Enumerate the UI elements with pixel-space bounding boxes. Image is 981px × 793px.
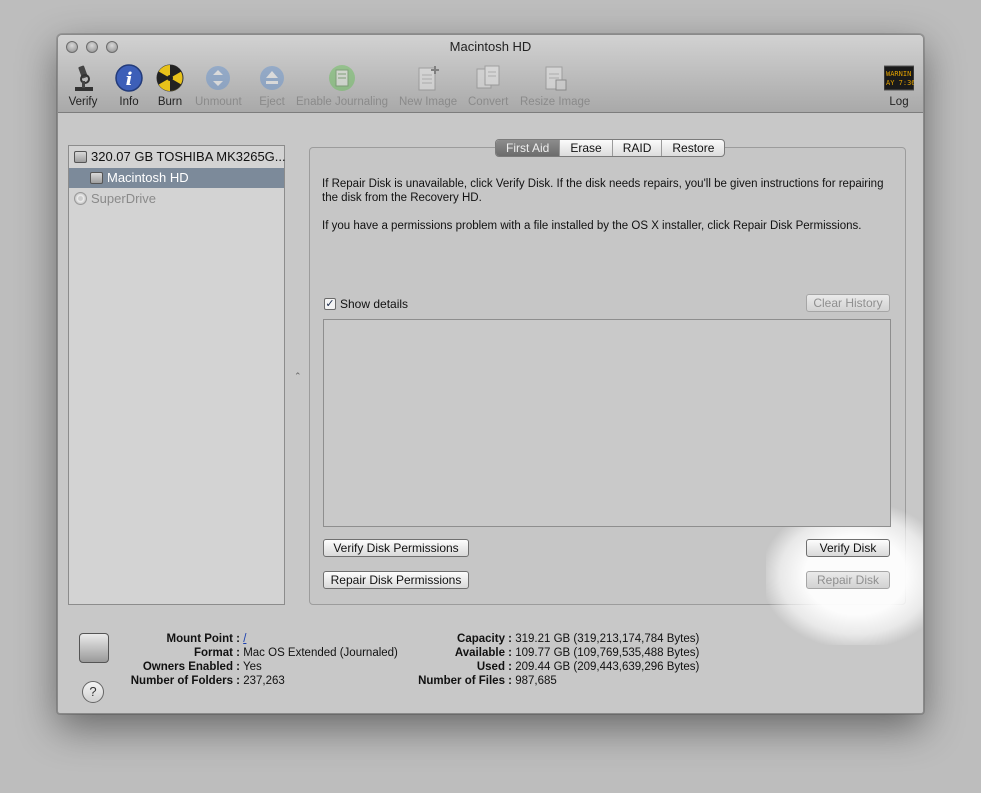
- stat-key: Number of Files :: [418, 675, 512, 687]
- eject-label: Eject: [259, 96, 285, 108]
- mount-point-link[interactable]: /: [243, 633, 246, 645]
- burn-button[interactable]: Burn: [155, 63, 185, 108]
- log-screen-text-1: WARNIN: [886, 70, 911, 78]
- microscope-icon: [75, 65, 93, 91]
- enable-journaling-button[interactable]: Enable Journaling: [296, 63, 388, 108]
- clear-history-button[interactable]: Clear History: [806, 294, 890, 312]
- mount-point-row: Mount Point : /: [118, 632, 247, 646]
- stat-key: Number of Folders :: [130, 675, 240, 687]
- journal-icon: [329, 65, 356, 91]
- sidebar-item-toshiba-disk[interactable]: 320.07 GB TOSHIBA MK3265G...: [69, 147, 286, 167]
- new-image-icon: [418, 66, 440, 91]
- repair-disk-instructions: If Repair Disk is unavailable, click Ver…: [322, 178, 884, 204]
- log-button[interactable]: WARNIN AY 7:36 Log: [884, 63, 914, 108]
- verify-disk-permissions-button[interactable]: Verify Disk Permissions: [323, 539, 469, 557]
- tab-bar: First Aid Erase RAID Restore: [495, 139, 726, 157]
- stat-key: Capacity :: [457, 633, 512, 645]
- tab-erase[interactable]: Erase: [559, 140, 611, 156]
- show-details-label: Show details: [340, 297, 409, 311]
- unmount-label: Unmount: [195, 96, 242, 108]
- stat-value: 987,685: [515, 675, 557, 687]
- repair-disk-permissions-button[interactable]: Repair Disk Permissions: [323, 571, 469, 589]
- verify-label: Verify: [68, 96, 98, 108]
- resize-image-button[interactable]: Resize Image: [520, 63, 590, 108]
- optical-disc-icon: [74, 192, 87, 205]
- hard-disk-icon: [79, 633, 109, 663]
- convert-button[interactable]: Convert: [468, 63, 508, 108]
- help-button[interactable]: ?: [82, 681, 104, 703]
- log-label: Log: [889, 96, 909, 108]
- log-console-icon: WARNIN AY 7:36: [884, 65, 914, 91]
- stat-value: Yes: [243, 661, 262, 673]
- stat-key: Used :: [476, 661, 512, 673]
- disk-sidebar: 320.07 GB TOSHIBA MK3265G... Macintosh H…: [68, 145, 286, 605]
- verify-disk-button[interactable]: Verify Disk: [806, 539, 890, 557]
- tab-raid[interactable]: RAID: [611, 140, 662, 156]
- sidebar-item-label: 320.07 GB TOSHIBA MK3265G...: [91, 149, 286, 164]
- number-of-files-row: Number of Files : 987,685: [398, 674, 557, 688]
- used-row: Used : 209.44 GB (209,443,639,296 Bytes): [398, 660, 700, 674]
- new-image-button[interactable]: New Image: [399, 63, 457, 108]
- format-row: Format : Mac OS Extended (Journaled): [118, 646, 398, 660]
- enable-journaling-label: Enable Journaling: [296, 96, 389, 108]
- info-button[interactable]: i Info: [114, 63, 144, 108]
- disk-utility-window: Macintosh HD Verify i Info Burn Unmount …: [57, 34, 924, 714]
- burn-icon: [156, 64, 184, 92]
- sidebar-item-label: SuperDrive: [91, 191, 157, 206]
- repair-disk-button[interactable]: Repair Disk: [806, 571, 890, 589]
- window-title: Macintosh HD: [449, 39, 532, 54]
- convert-label: Convert: [468, 96, 509, 108]
- resize-image-icon: [545, 66, 567, 91]
- volume-icon: [90, 172, 103, 184]
- sidebar-item-label: Macintosh HD: [107, 170, 189, 185]
- number-of-folders-row: Number of Folders : 237,263: [118, 674, 285, 688]
- eject-button[interactable]: Eject: [257, 63, 287, 108]
- verify-button[interactable]: Verify: [68, 63, 98, 108]
- split-view-handle[interactable]: ⌃: [294, 371, 302, 382]
- stat-key: Owners Enabled :: [142, 661, 240, 673]
- owners-enabled-row: Owners Enabled : Yes: [118, 660, 262, 674]
- permissions-instructions: If you have a permissions problem with a…: [322, 220, 862, 232]
- stat-key: Format :: [194, 647, 240, 659]
- sidebar-item-macintosh-hd[interactable]: Macintosh HD: [69, 168, 284, 188]
- details-log-area[interactable]: [323, 319, 891, 527]
- unmount-button[interactable]: Unmount: [195, 63, 242, 108]
- svg-text:i: i: [126, 69, 133, 90]
- stat-value: 237,263: [243, 675, 285, 687]
- stat-value: Mac OS Extended (Journaled): [243, 647, 398, 659]
- sidebar-item-superdrive[interactable]: SuperDrive: [69, 189, 284, 209]
- tab-restore[interactable]: Restore: [661, 140, 724, 156]
- eject-icon: [260, 66, 284, 90]
- resize-image-label: Resize Image: [520, 96, 591, 108]
- checkmark-icon: ✓: [324, 298, 336, 310]
- info-label: Info: [119, 96, 139, 108]
- new-image-label: New Image: [399, 96, 458, 108]
- hard-disk-icon: [74, 151, 87, 163]
- tab-first-aid[interactable]: First Aid: [496, 140, 560, 156]
- stat-value: 209.44 GB (209,443,639,296 Bytes): [515, 661, 700, 673]
- convert-icon: [476, 65, 500, 89]
- available-row: Available : 109.77 GB (109,769,535,488 B…: [398, 646, 699, 660]
- stat-key: Mount Point :: [166, 633, 240, 645]
- show-details-checkbox[interactable]: ✓ Show details: [324, 297, 408, 311]
- log-screen-text-2: AY 7:36: [886, 79, 914, 87]
- stat-value: 319.21 GB (319,213,174,784 Bytes): [515, 633, 700, 645]
- capacity-row: Capacity : 319.21 GB (319,213,174,784 By…: [398, 632, 699, 646]
- toolbar: Macintosh HD Verify i Info Burn Unmount …: [58, 35, 923, 113]
- burn-label: Burn: [157, 96, 183, 108]
- info-icon: i: [115, 64, 143, 92]
- stat-value: 109.77 GB (109,769,535,488 Bytes): [515, 647, 700, 659]
- stat-key: Available :: [454, 647, 512, 659]
- unmount-icon: [206, 66, 231, 90]
